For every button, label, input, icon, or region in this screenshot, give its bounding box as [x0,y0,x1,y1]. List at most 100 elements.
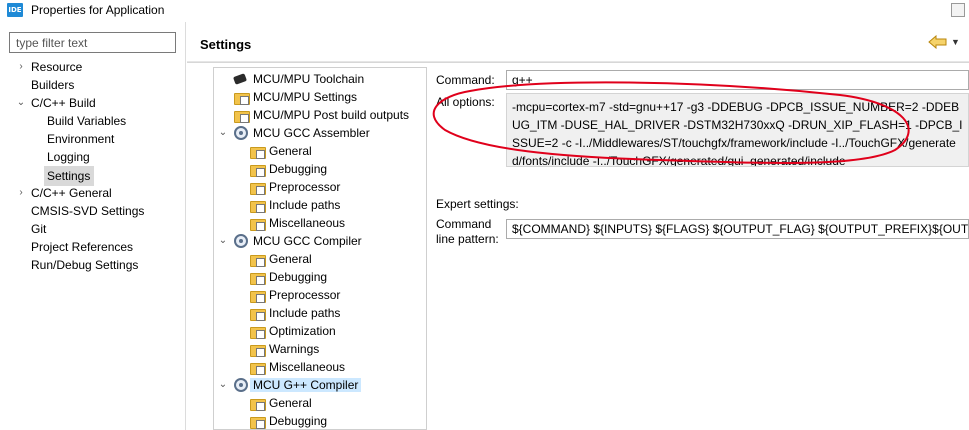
tree-item-label: General [269,396,312,410]
nav-item-settings[interactable]: Settings [44,166,95,186]
tree-item-compiler-preprocessor[interactable]: Preprocessor [248,286,340,304]
folder-settings-icon [250,397,266,411]
settings-page: Settings ▼ MCU/MPU Toolchain MCU/MPU Set… [187,22,969,430]
nav-item-run-debug-settings[interactable]: Run/Debug Settings [31,256,138,274]
nav-item-label: Run/Debug Settings [31,258,139,272]
window-button[interactable] [951,3,965,17]
folder-settings-icon [250,289,266,303]
folder-settings-icon [250,145,266,159]
tree-item-label: MCU GCC Compiler [253,234,362,248]
nav-item-label: Git [31,222,47,236]
command-line-pattern-field[interactable]: ${COMMAND} ${INPUTS} ${FLAGS} ${OUTPUT_F… [506,219,969,239]
tree-item-mcu-mpu-toolchain[interactable]: MCU/MPU Toolchain [232,70,364,88]
tree-item-label: MCU G++ Compiler [250,378,362,392]
tree-item-compiler-miscellaneous[interactable]: Miscellaneous [248,358,345,376]
tree-item-assembler-general[interactable]: General [248,142,312,160]
folder-settings-icon [250,199,266,213]
nav-item-cpp-general[interactable]: › C/C++ General [16,184,112,202]
tree-item-mcu-gcc-compiler[interactable]: ⌄ MCU GCC Compiler [218,232,362,250]
tree-item-post-build-outputs[interactable]: MCU/MPU Post build outputs [232,106,409,124]
title-bar: IDE Properties for Application [0,0,969,22]
tree-item-compiler-include-paths[interactable]: Include paths [248,304,340,322]
nav-item-label: Builders [31,78,75,92]
tree-item-gpp-debugging[interactable]: Debugging [248,412,327,429]
collapse-icon[interactable]: ⌄ [218,232,228,250]
tree-item-label: MCU/MPU Settings [253,90,358,104]
tree-item-label: Debugging [269,270,328,284]
back-arrow-icon[interactable] [928,35,948,49]
tree-item-gpp-general[interactable]: General [248,394,312,412]
tree-item-mcu-gpp-compiler[interactable]: ⌄ MCU G++ Compiler [218,376,362,394]
tree-item-label: Include paths [269,198,341,212]
nav-item-label: Project References [31,240,134,254]
folder-settings-icon [250,343,266,357]
chevron-down-icon[interactable]: ▼ [951,37,960,47]
folder-settings-icon [250,415,266,429]
all-options-field[interactable]: -mcpu=cortex-m7 -std=gnu++17 -g3 -DDEBUG… [506,93,969,167]
nav-item-label: Resource [31,60,83,74]
collapse-icon[interactable]: ⌄ [16,94,26,112]
tree-item-label: General [269,144,312,158]
nav-item-build-variables[interactable]: Build Variables [47,112,126,130]
tree-item-label: MCU/MPU Post build outputs [253,108,410,122]
expand-icon[interactable]: › [16,184,26,202]
tree-item-assembler-debugging[interactable]: Debugging [248,160,327,178]
folder-settings-icon [250,181,266,195]
expert-settings-label: Expert settings: [436,197,519,211]
folder-settings-icon [250,325,266,339]
folder-settings-icon [234,91,250,105]
tree-item-mcu-mpu-settings[interactable]: MCU/MPU Settings [232,88,357,106]
command-line-pattern-label: Command line pattern: [436,217,499,247]
gear-icon [234,126,248,140]
tree-item-label: Debugging [269,162,328,176]
tree-item-label: MCU/MPU Toolchain [253,72,365,86]
command-field[interactable]: g++ [506,70,969,90]
tree-item-mcu-gcc-assembler[interactable]: ⌄ MCU GCC Assembler [218,124,370,142]
collapse-icon[interactable]: ⌄ [218,124,228,142]
tool-settings-tree: MCU/MPU Toolchain MCU/MPU Settings MCU/M… [213,67,427,430]
tree-item-label: Warnings [269,342,320,356]
tool-settings-form: Command: g++ All options: -mcpu=cortex-m… [436,67,969,430]
nav-item-label: C/C++ Build [31,96,96,110]
tree-item-label: Optimization [269,324,336,338]
tree-item-compiler-optimization[interactable]: Optimization [248,322,336,340]
gear-icon [234,378,248,392]
nav-item-builders[interactable]: Builders [31,76,74,94]
nav-item-label: C/C++ General [31,186,112,200]
tree-item-assembler-preprocessor[interactable]: Preprocessor [248,178,340,196]
property-page-navigator: › Resource Builders ⌄ C/C++ Build Build … [0,22,186,430]
command-line-pattern-label-line: Command [436,217,492,231]
nav-item-resource[interactable]: › Resource [16,58,82,76]
nav-item-label: Environment [47,132,115,146]
collapse-icon[interactable]: ⌄ [218,376,228,394]
nav-item-logging[interactable]: Logging [47,148,90,166]
all-options-label: All options: [436,95,495,109]
nav-item-label: Settings [44,166,95,186]
tree-item-assembler-miscellaneous[interactable]: Miscellaneous [248,214,345,232]
command-label: Command: [436,73,495,87]
tree-item-label: Include paths [269,306,341,320]
nav-item-cmsis-svd-settings[interactable]: CMSIS-SVD Settings [31,202,144,220]
expand-icon[interactable]: › [16,58,26,76]
ide-app-icon: IDE [7,3,23,17]
nav-item-environment[interactable]: Environment [47,130,114,148]
nav-item-cpp-build[interactable]: ⌄ C/C++ Build [16,94,96,112]
window-title: Properties for Application [31,3,165,17]
nav-item-label: Build Variables [47,114,127,128]
tree-item-assembler-include-paths[interactable]: Include paths [248,196,340,214]
nav-item-project-references[interactable]: Project References [31,238,133,256]
tree-item-compiler-debugging[interactable]: Debugging [248,268,327,286]
tree-item-label: General [269,252,312,266]
tree-item-label: Miscellaneous [269,216,346,230]
settings-header: Settings ▼ [187,22,969,62]
folder-settings-icon [250,361,266,375]
nav-item-git[interactable]: Git [31,220,46,238]
filter-input[interactable] [9,32,176,53]
tree-item-compiler-warnings[interactable]: Warnings [248,340,319,358]
gear-icon [234,234,248,248]
nav-item-label: Logging [47,150,90,164]
tree-item-compiler-general[interactable]: General [248,250,312,268]
chip-icon [232,73,248,85]
command-line-pattern-label-line: line pattern: [436,232,499,246]
nav-item-label: CMSIS-SVD Settings [31,204,145,218]
